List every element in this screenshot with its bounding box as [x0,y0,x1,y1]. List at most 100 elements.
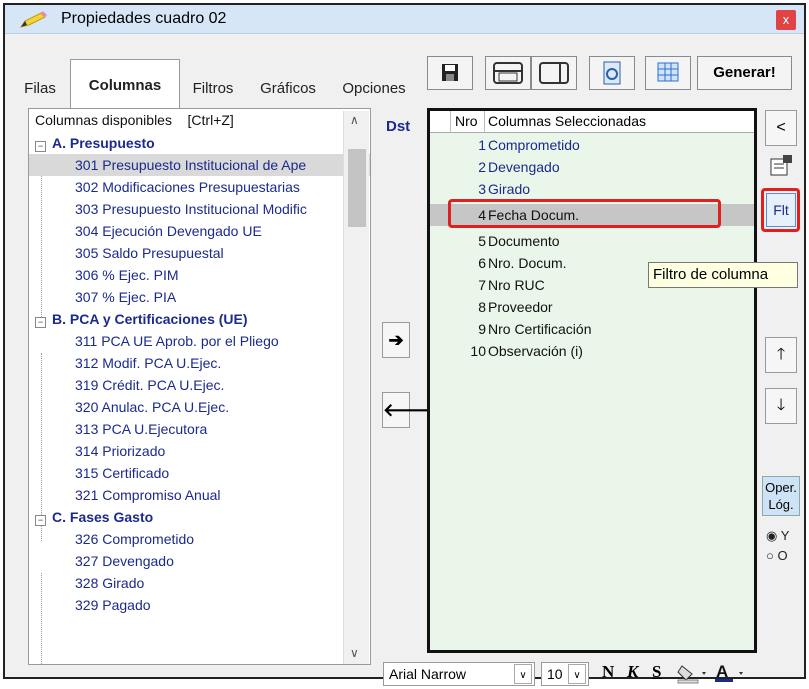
chevron-down-icon[interactable]: ∨ [514,664,532,684]
move-down-button[interactable]: 🡓 [765,388,797,424]
list-item[interactable]: 304 Ejecución Devengado UE [29,220,370,242]
generate-button[interactable]: Generar! [697,56,792,90]
col-nro-header[interactable]: Nro [455,113,478,129]
remove-column-button[interactable]: 🡐 [382,392,431,428]
svg-text:A: A [716,662,728,681]
col-name-header[interactable]: Columnas Seleccionadas [488,113,646,129]
strike-button[interactable]: S [652,662,661,682]
tree-group-fases[interactable]: − C. Fases Gasto [29,506,370,528]
list-item[interactable]: 320 Anulac. PCA U.Ejec. [29,396,370,418]
list-item[interactable]: 301 Presupuesto Institucional de Ape [29,154,370,176]
add-column-button[interactable]: ➔ [382,322,410,358]
arrow-left-icon: 🡐 [383,400,432,420]
back-button[interactable]: < [765,110,797,146]
radio-y[interactable]: ◉ Y [766,528,789,544]
chevron-down-icon[interactable]: ∨ [568,664,586,684]
arrow-up-icon: 🡑 [776,346,786,363]
arrow-right-icon: ➔ [388,330,404,350]
column-layout-icon [539,62,569,84]
bold-button[interactable]: N [602,662,614,682]
highlight-box [448,199,721,228]
radio-o-label: O [777,548,788,563]
list-item[interactable]: 302 Modificaciones Presupuestarias [29,176,370,198]
floppy-icon [442,64,458,81]
filter-tooltip: Filtro de columna [648,262,798,288]
available-columns-tree[interactable]: Columnas disponibles [Ctrl+Z] − A. Presup… [28,108,371,665]
list-item[interactable]: 305 Saldo Presupuestal [29,242,370,264]
table-row[interactable]: 8 Proveedor [430,296,754,318]
left-scrollbar[interactable]: ∧ ∨ [343,111,369,664]
preview-button[interactable] [589,56,635,90]
radio-o[interactable]: ○ O [766,548,788,563]
font-color-icon: A [715,662,743,682]
dst-label[interactable]: Dst [386,118,410,135]
list-item[interactable]: 313 PCA U.Ejecutora [29,418,370,440]
table-row[interactable]: 9 Nro Certificación [430,318,754,340]
tab-graficos[interactable]: Gráficos [246,69,330,109]
chevron-left-icon: < [776,119,786,136]
font-size-select[interactable]: 10 ∨ [541,662,589,686]
list-item[interactable]: 329 Pagado [29,594,370,616]
collapse-icon[interactable]: − [35,515,46,526]
tree-group-pca[interactable]: − B. PCA y Certificaciones (UE) [29,308,370,330]
shortcut-label: [Ctrl+Z] [187,112,234,128]
radio-y-label: Y [780,528,790,543]
pencil-icon [19,11,47,28]
paint-bucket-icon [677,665,706,684]
tab-filas[interactable]: Filas [12,69,68,109]
font-family-value: Arial Narrow [389,666,467,682]
italic-button[interactable]: K [627,662,638,682]
oper-line2: Lóg. [768,497,794,512]
table-row[interactable]: 2 Devengado [430,156,754,178]
selected-columns-header: Nro Columnas Seleccionadas [430,111,754,133]
move-up-button[interactable]: 🡑 [765,337,797,373]
save-button[interactable] [427,56,473,90]
table-row[interactable]: 3 Girado [430,178,754,200]
available-columns-label: Columnas disponibles [35,112,172,128]
tree-group-presupuesto[interactable]: − A. Presupuesto [29,132,370,154]
layout-column-button[interactable] [531,56,577,90]
table-grid-icon [657,62,679,82]
highlight-box-filter [761,188,800,232]
list-item[interactable]: 306 % Ejec. PIM [29,264,370,286]
table-row[interactable]: 10 Observación (i) [430,340,754,362]
collapse-icon[interactable]: − [35,141,46,152]
tab-columnas[interactable]: Columnas [70,59,180,109]
oper-line1: Oper. [765,480,797,495]
layout-split-button[interactable] [485,56,531,90]
list-item[interactable]: 321 Compromiso Anual [29,484,370,506]
table-row[interactable]: 1 Comprometido [430,134,754,156]
logical-operator-label: Oper. Lóg. [762,476,800,516]
list-item[interactable]: 314 Priorizado [29,440,370,462]
list-item[interactable]: 311 PCA UE Aprob. por el Pliego [29,330,370,352]
scroll-down-icon[interactable]: ∨ [350,646,359,660]
list-item[interactable]: 326 Comprometido [29,528,370,550]
tab-filtros[interactable]: Filtros [182,69,244,109]
list-item[interactable]: 307 % Ejec. PIA [29,286,370,308]
table-row[interactable]: 5 Documento [430,230,754,252]
window-title: Propiedades cuadro 02 [61,10,227,27]
properties-button[interactable] [765,150,797,186]
properties-icon [770,155,792,176]
available-columns-header: Columnas disponibles [Ctrl+Z] [35,112,234,128]
font-color-button[interactable]: A [713,662,747,689]
list-item[interactable]: 327 Devengado [29,550,370,572]
document-preview-icon [603,61,621,85]
fill-color-button[interactable] [676,662,710,689]
tab-opciones[interactable]: Opciones [332,69,416,109]
list-item[interactable]: 303 Presupuesto Institucional Modific [29,198,370,220]
list-item[interactable]: 328 Girado [29,572,370,594]
title-bar[interactable]: Propiedades cuadro 02 x [5,5,804,34]
window-layout-icon [493,62,523,84]
list-item[interactable]: 312 Modif. PCA U.Ejec. [29,352,370,374]
list-item[interactable]: 319 Crédit. PCA U.Ejec. [29,374,370,396]
list-item[interactable]: 315 Certificado [29,462,370,484]
collapse-icon[interactable]: − [35,317,46,328]
close-button[interactable]: x [776,10,796,30]
selected-columns-list[interactable]: Nro Columnas Seleccionadas 1 Comprometido… [427,108,757,653]
font-family-select[interactable]: Arial Narrow ∨ [383,662,535,686]
scroll-thumb[interactable] [348,149,366,227]
scroll-up-icon[interactable]: ∧ [350,113,359,127]
grid-button[interactable] [645,56,691,90]
font-size-value: 10 [547,666,563,682]
